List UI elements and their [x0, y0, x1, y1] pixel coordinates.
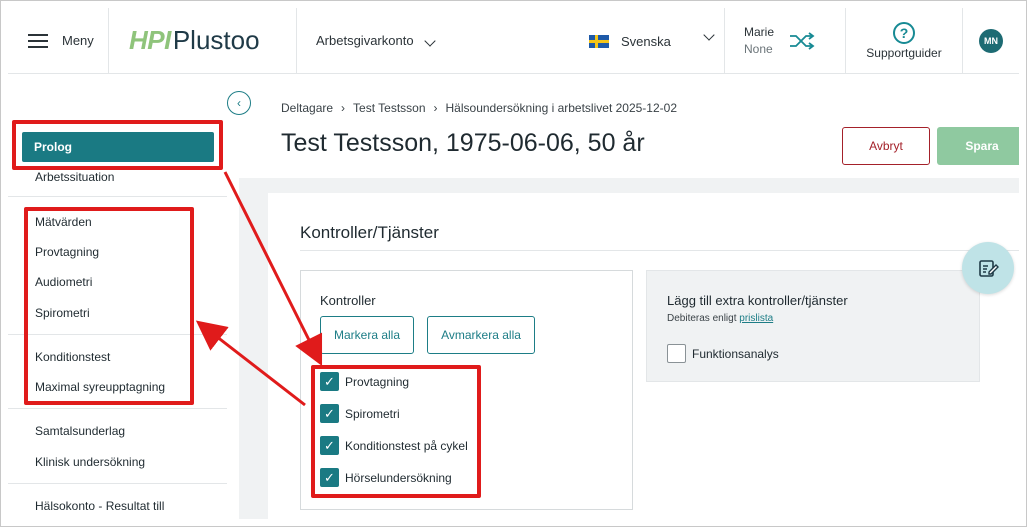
checkbox-spirometri[interactable]: ✓ Spirometri: [320, 404, 400, 423]
support-guides-button[interactable]: ? Supportguider: [846, 8, 963, 73]
header-middle: Arbetsgivarkonto Svenska: [297, 8, 725, 73]
controls-panel: Kontroller Markera alla Avmarkera alla ✓…: [300, 270, 633, 510]
sidebar-divider: [8, 483, 227, 484]
checkbox-label: Hörselundersökning: [345, 470, 452, 485]
sidebar-item-halsokonto[interactable]: Hälsokonto - Resultat till: [35, 499, 164, 513]
checkmark-icon: ✓: [320, 436, 339, 455]
menu-button[interactable]: Meny: [8, 8, 109, 73]
page-header: Deltagare › Test Testsson › Hälsoundersö…: [239, 75, 1019, 178]
select-all-button[interactable]: Markera alla: [320, 316, 414, 354]
support-label: Supportguider: [866, 45, 942, 60]
cancel-button[interactable]: Avbryt: [842, 127, 930, 165]
extra-services-panel: Lägg till extra kontroller/tjänster Debi…: [646, 270, 980, 382]
sidebar-divider: [8, 196, 227, 197]
sidebar-item-maximal-syreupptagning[interactable]: Maximal syreupptagning: [35, 380, 165, 394]
menu-label: Meny: [62, 33, 94, 48]
price-list-link[interactable]: prislista: [739, 313, 773, 324]
checkbox-konditionstest[interactable]: ✓ Konditionstest på cykel: [320, 436, 468, 455]
checkmark-icon: ✓: [320, 404, 339, 423]
avatar[interactable]: MN: [979, 28, 1003, 53]
checkbox-box: [667, 344, 686, 363]
sidebar-divider: [8, 408, 227, 409]
edit-notes-icon: [979, 260, 999, 277]
checkmark-icon: ✓: [320, 468, 339, 487]
extra-subtitle-text: Debiteras enligt: [667, 313, 737, 324]
language-selector[interactable]: Svenska: [589, 8, 671, 74]
logo[interactable]: HPI Plustoo: [109, 8, 297, 73]
avatar-cell: MN: [963, 8, 1019, 73]
shuffle-icon: [790, 31, 815, 50]
sidebar-item-prolog[interactable]: Prolog: [22, 132, 214, 162]
controls-title: Kontroller: [320, 293, 376, 308]
breadcrumb-item[interactable]: Deltagare: [281, 101, 333, 115]
chevron-down-icon[interactable]: [703, 29, 715, 41]
sidebar-item-konditionstest[interactable]: Konditionstest: [35, 350, 110, 364]
sidebar-item-matvarden[interactable]: Mätvärden: [35, 215, 92, 229]
swedish-flag-icon: [589, 34, 609, 48]
sidebar-divider: [8, 334, 227, 335]
page-title: Test Testsson, 1975-06-06, 50 år: [281, 129, 645, 157]
extra-title: Lägg till extra kontroller/tjänster: [667, 293, 848, 308]
checkbox-label: Konditionstest på cykel: [345, 438, 468, 453]
checkbox-funktionsanalys[interactable]: Funktionsanalys: [667, 344, 779, 363]
checkbox-horselundersokning[interactable]: ✓ Hörselundersökning: [320, 468, 452, 487]
sidebar-item-audiometri[interactable]: Audiometri: [35, 275, 92, 289]
user-info: Marie None: [744, 24, 774, 58]
checkbox-provtagning[interactable]: ✓ Provtagning: [320, 372, 409, 391]
section-divider: [300, 250, 1019, 251]
checkbox-label: Funktionsanalys: [692, 346, 779, 361]
sidebar-item-samtalsunderlag[interactable]: Samtalsunderlag: [35, 424, 125, 438]
save-button[interactable]: Spara: [937, 127, 1019, 165]
breadcrumb-item[interactable]: Test Testsson: [353, 101, 425, 115]
logo-plustoo: Plustoo: [172, 25, 260, 55]
language-label: Svenska: [621, 33, 671, 49]
deselect-all-button[interactable]: Avmarkera alla: [427, 316, 535, 354]
user-organization: None: [744, 41, 773, 56]
sidebar: Prolog Arbetssituation Mätvärden Provtag…: [8, 75, 239, 519]
help-icon: ?: [893, 21, 915, 44]
main-content: Deltagare › Test Testsson › Hälsoundersö…: [239, 75, 1019, 519]
sidebar-item-arbetssituation[interactable]: Arbetssituation: [35, 170, 114, 184]
user-switcher[interactable]: Marie None: [725, 8, 846, 73]
account-dropdown[interactable]: Arbetsgivarkonto: [316, 32, 436, 50]
extra-subtitle: Debiteras enligt prislista: [667, 313, 773, 324]
hamburger-icon: [28, 33, 48, 48]
chevron-right-icon: ›: [433, 101, 438, 115]
sidebar-item-spirometri[interactable]: Spirometri: [35, 306, 90, 320]
checkmark-icon: ✓: [320, 372, 339, 391]
account-label: Arbetsgivarkonto: [316, 32, 414, 48]
sidebar-item-provtagning[interactable]: Provtagning: [35, 245, 99, 259]
logo-hpi: HPI: [129, 25, 171, 55]
breadcrumb-item: Hälsoundersökning i arbetslivet 2025-12-…: [445, 101, 677, 115]
sidebar-item-klinisk-undersokning[interactable]: Klinisk undersökning: [35, 455, 145, 469]
collapse-sidebar-button[interactable]: ‹: [227, 91, 251, 115]
section-title: Kontroller/Tjänster: [300, 223, 439, 242]
checkbox-label: Spirometri: [345, 406, 400, 421]
chevron-down-icon: [424, 34, 436, 47]
user-name: Marie: [744, 24, 775, 39]
chevron-right-icon: ›: [341, 101, 346, 115]
top-header: Meny HPI Plustoo Arbetsgivarkonto Svensk…: [8, 8, 1019, 74]
chevron-left-icon: ‹: [237, 96, 241, 110]
checkbox-label: Provtagning: [345, 374, 410, 389]
breadcrumb: Deltagare › Test Testsson › Hälsoundersö…: [281, 101, 677, 115]
notes-button[interactable]: [962, 242, 1014, 294]
services-card: Kontroller/Tjänster Kontroller Markera a…: [268, 193, 1019, 519]
